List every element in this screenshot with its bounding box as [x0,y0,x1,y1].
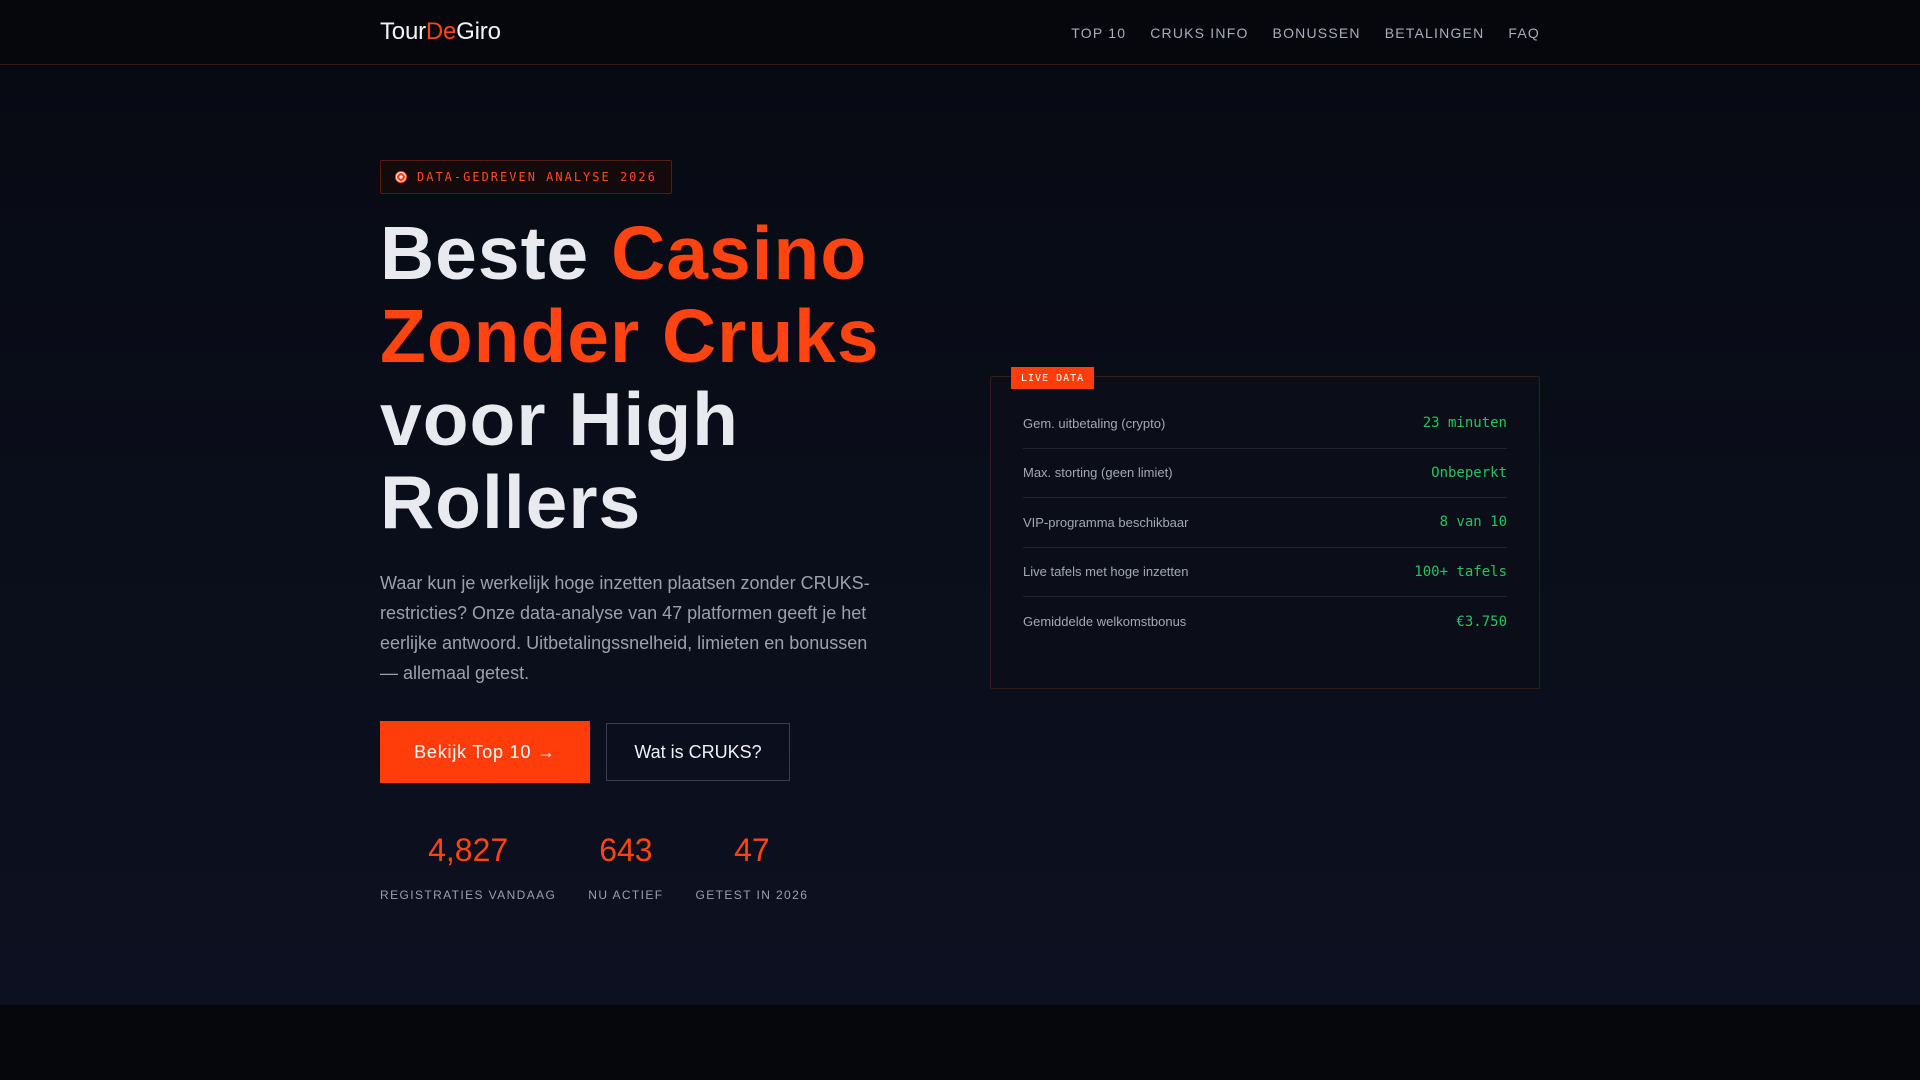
main-nav: TOP 10 CRUKS INFO BONUSSEN BETALINGEN FA… [1071,25,1540,41]
live-data-tag: LIVE DATA [1011,367,1095,389]
next-section-edge [0,1005,1920,1080]
live-data-list: Gem. uitbetaling (crypto) 23 minuten Max… [1023,399,1507,647]
data-row: Gem. uitbetaling (crypto) 23 minuten [1023,399,1507,449]
title-word-casino: Casino [611,211,868,295]
data-row-label: Gemiddelde welkomstbonus [1023,614,1187,630]
hero-stats: 4,827 REGISTRATIES VANDAAG 643 NU ACTIEF… [380,830,808,902]
live-data-panel: LIVE DATA Gem. uitbetaling (crypto) 23 m… [990,367,1540,689]
data-row-label: Gem. uitbetaling (crypto) [1023,415,1166,431]
analysis-badge-label: DATA-GEDREVEN ANALYSE 2026 [417,170,657,184]
nav-link-faq[interactable]: FAQ [1508,25,1540,41]
hero-section [0,66,1920,1005]
stat-value: 643 [599,832,653,868]
data-row: Gemiddelde welkomstbonus €3.750 [1023,597,1507,647]
data-row: VIP-programma beschikbaar 8 van 10 [1023,498,1507,548]
nav-link-cruks-info[interactable]: CRUKS INFO [1150,25,1248,41]
stat-registrations: 4,827 REGISTRATIES VANDAAG [380,830,556,902]
nav-link-betalingen[interactable]: BETALINGEN [1385,25,1485,41]
logo-part-giro: Giro [456,18,501,45]
data-row: Max. storting (geen limiet) Onbeperkt [1023,449,1507,498]
stat-active: 643 NU ACTIEF [588,830,663,902]
stat-label: NU ACTIEF [588,888,664,902]
nav-link-bonussen[interactable]: BONUSSEN [1273,25,1361,41]
stat-label: REGISTRATIES VANDAAG [380,888,557,902]
stat-value: 4,827 [428,832,509,868]
title-rollers: Rollers [380,460,642,544]
hero-description: Waar kun je werkelijk hoge inzetten plaa… [380,573,870,683]
data-row-label: Max. storting (geen limiet) [1023,465,1173,481]
stat-label: GETEST IN 2026 [695,888,809,902]
what-is-cruks-button[interactable]: Wat is CRUKS? [606,723,790,781]
data-row: Live tafels met hoge inzetten 100+ tafel… [1023,548,1507,597]
title-zonder-cruks: Zonder Cruks [380,294,880,378]
stat-value: 47 [734,832,770,868]
logo-part-tour: Tour [380,18,426,45]
nav-link-top10[interactable]: TOP 10 [1071,25,1126,41]
analysis-badge: DATA-GEDREVEN ANALYSE 2026 [380,160,672,194]
page-title: Beste Casino Zonder Cruks voor High Roll… [380,212,900,544]
title-voor-high: voor High [380,377,739,461]
data-row-value: Onbeperkt [1431,464,1507,481]
data-row-value: 8 van 10 [1439,514,1507,531]
logo-part-de: De [425,18,457,45]
data-row-label: VIP-programma beschikbaar [1023,514,1189,530]
stat-tested: 47 GETEST IN 2026 [696,830,809,902]
view-top10-button[interactable]: Bekijk Top 10 → [380,721,590,783]
title-word-beste: Beste [380,211,590,295]
data-row-value: 100+ tafels [1414,563,1507,580]
data-row-value: 23 minuten [1422,415,1507,432]
target-icon [395,171,407,183]
data-row-value: €3.750 [1456,613,1507,630]
data-row-label: Live tafels met hoge inzetten [1023,564,1189,580]
top-navigation-bar: TourDeGiro TOP 10 CRUKS INFO BONUSSEN BE… [0,0,1920,65]
site-logo[interactable]: TourDeGiro [380,18,501,46]
